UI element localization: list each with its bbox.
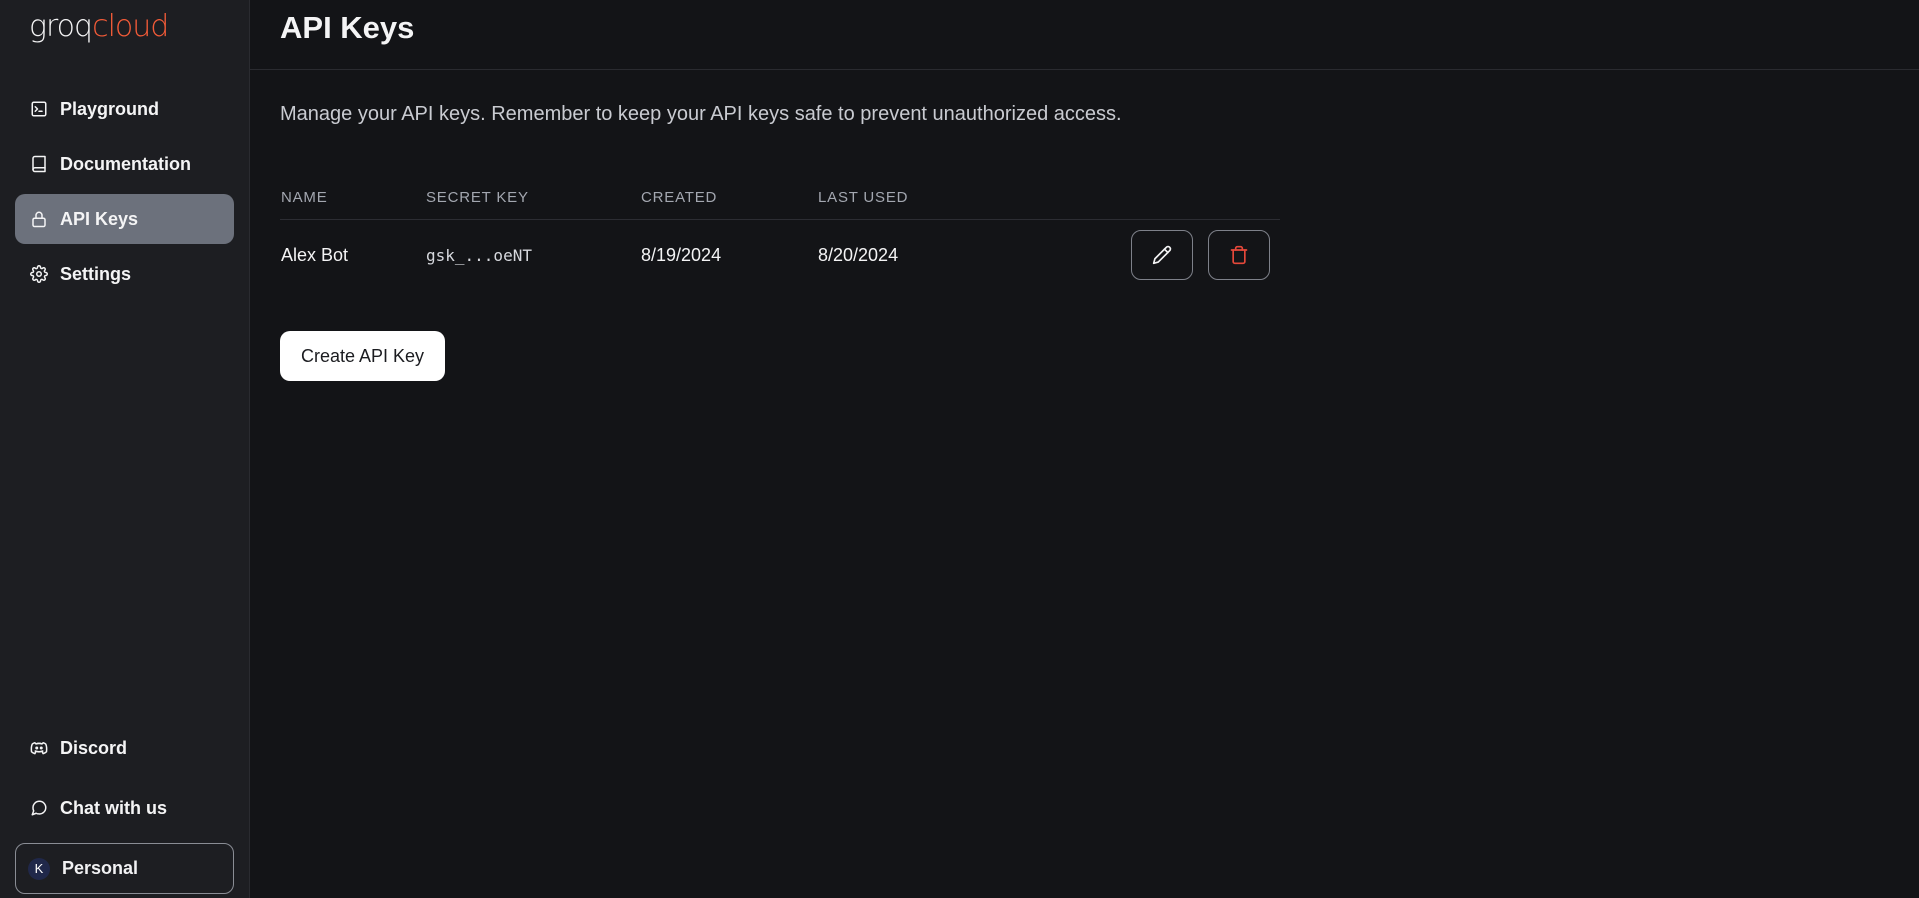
logo-text-cloud: cloud bbox=[92, 9, 169, 44]
lock-icon bbox=[30, 210, 48, 228]
sidebar-nav: Playground Documentation API Keys Settin… bbox=[15, 84, 234, 304]
terminal-icon bbox=[30, 100, 48, 118]
workspace-label: Personal bbox=[62, 858, 139, 878]
groqcloud-logo[interactable]: groqcloud bbox=[29, 9, 169, 44]
pencil-icon bbox=[1152, 245, 1172, 265]
key-created-date: 8/19/2024 bbox=[641, 244, 722, 265]
app-root: groqcloud Playground Documentation API K… bbox=[0, 0, 1919, 898]
sidebar-item-playground[interactable]: Playground bbox=[15, 84, 234, 134]
create-api-key-button[interactable]: Create API Key bbox=[280, 331, 445, 381]
gear-icon bbox=[30, 265, 48, 283]
main-content: API Keys Manage your API keys. Remember … bbox=[250, 0, 1919, 898]
table-header: NAME SECRET KEY CREATED LAST USED bbox=[280, 176, 1280, 220]
sidebar-bottom-nav: Discord Chat with us bbox=[15, 723, 234, 843]
sidebar-item-settings[interactable]: Settings bbox=[15, 249, 234, 299]
key-name: Alex Bot bbox=[281, 244, 349, 265]
edit-key-button[interactable] bbox=[1131, 230, 1193, 280]
column-header-last-used: LAST USED bbox=[818, 189, 909, 206]
sidebar-item-label: Chat with us bbox=[60, 797, 167, 818]
sidebar-item-api-keys[interactable]: API Keys bbox=[15, 194, 234, 244]
discord-icon bbox=[30, 739, 48, 757]
sidebar-item-documentation[interactable]: Documentation bbox=[15, 139, 234, 189]
table-row: Alex Bot gsk_...oeNT 8/19/2024 8/20/2024 bbox=[280, 220, 1280, 290]
sidebar-item-chat-with-us[interactable]: Chat with us bbox=[15, 783, 234, 833]
book-icon bbox=[30, 155, 48, 173]
delete-key-button[interactable] bbox=[1208, 230, 1270, 280]
page-header: API Keys bbox=[250, 0, 1919, 70]
sidebar-item-label: Playground bbox=[60, 98, 160, 119]
key-secret: gsk_...oeNT bbox=[426, 245, 532, 265]
column-header-created: CREATED bbox=[641, 189, 718, 206]
avatar: K bbox=[28, 857, 50, 880]
sidebar-item-label: API Keys bbox=[60, 208, 139, 229]
row-actions bbox=[1118, 230, 1280, 280]
workspace-selector[interactable]: K Personal bbox=[15, 843, 234, 894]
page-description: Manage your API keys. Remember to keep y… bbox=[280, 103, 1122, 125]
page-title: API Keys bbox=[280, 10, 415, 45]
key-last-used-date: 8/20/2024 bbox=[818, 244, 899, 265]
sidebar-item-label: Settings bbox=[60, 263, 132, 284]
sidebar-item-label: Discord bbox=[60, 737, 128, 758]
logo-text-groq: groq bbox=[29, 9, 93, 44]
sidebar: groqcloud Playground Documentation API K… bbox=[0, 0, 250, 898]
column-header-name: NAME bbox=[281, 189, 328, 206]
column-header-secret-key: SECRET KEY bbox=[426, 189, 529, 206]
trash-icon bbox=[1230, 245, 1248, 265]
sidebar-item-discord[interactable]: Discord bbox=[15, 723, 234, 773]
api-keys-table: NAME SECRET KEY CREATED LAST USED Alex B… bbox=[280, 176, 1280, 290]
chat-bubble-icon bbox=[30, 799, 48, 817]
sidebar-item-label: Documentation bbox=[60, 153, 192, 174]
